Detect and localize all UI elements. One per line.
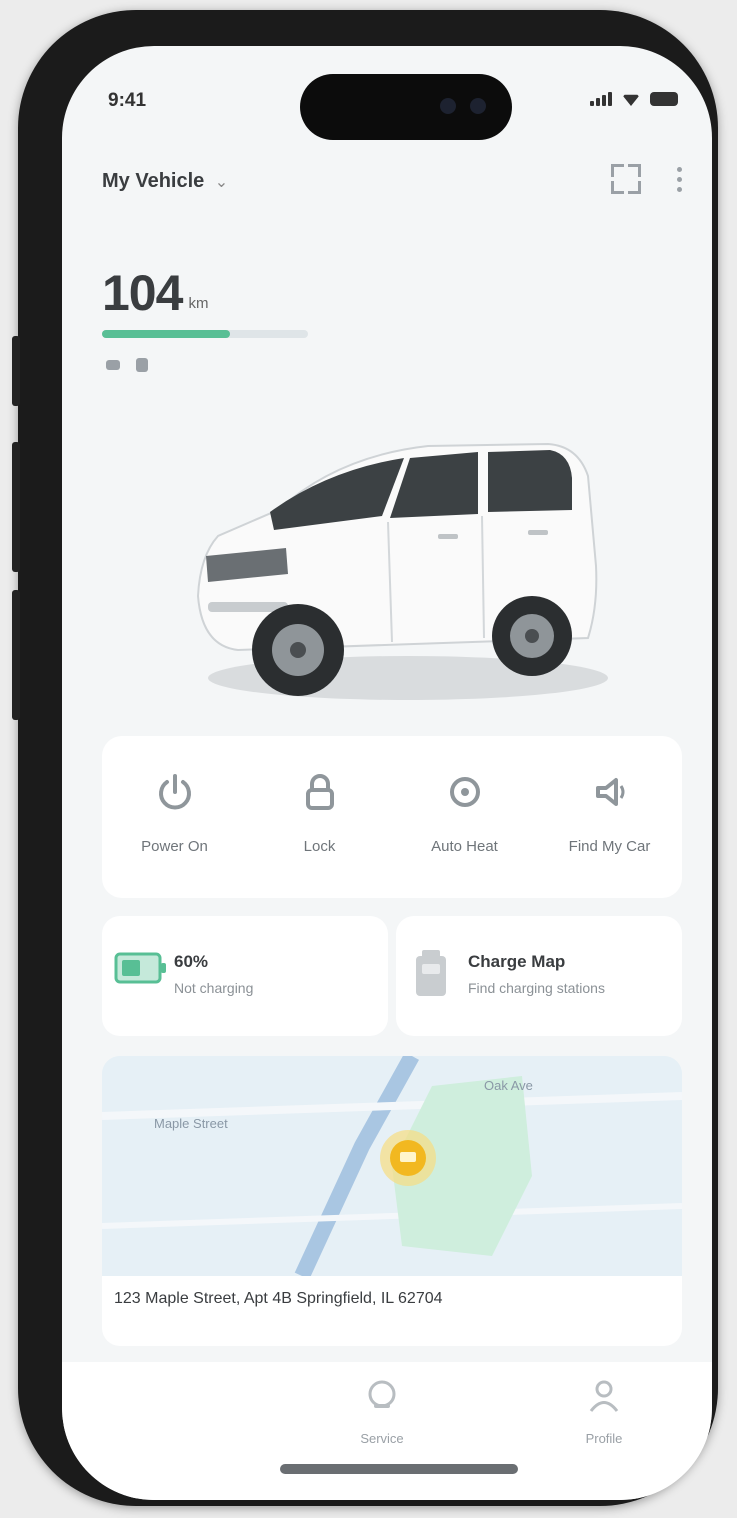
battery-icon: [114, 948, 168, 993]
battery-status-icon: [650, 92, 678, 106]
more-icon[interactable]: [677, 166, 682, 192]
side-button: [12, 336, 20, 406]
charging-status: Not charging: [174, 980, 254, 996]
scan-icon[interactable]: [611, 164, 641, 194]
status-icons: [590, 92, 678, 106]
charge-map-subtitle: Find charging stations: [468, 980, 605, 996]
range-unit: km: [188, 295, 209, 312]
tab-label: Profile: [585, 1431, 623, 1446]
home-indicator[interactable]: [280, 1464, 518, 1474]
camera-icon: [440, 98, 456, 114]
app-header: My Vehicle ⌄: [102, 164, 682, 210]
action-label: Find My Car: [568, 838, 651, 855]
chevron-down-icon[interactable]: ⌄: [215, 174, 228, 191]
tab-service[interactable]: Service: [332, 1378, 432, 1446]
charge-map-title: Charge Map: [468, 952, 566, 971]
dynamic-island: [300, 74, 512, 140]
header-actions: [611, 164, 682, 194]
find-my-car-button[interactable]: Find My Car: [540, 770, 680, 855]
auto-heat-button[interactable]: Auto Heat: [395, 770, 535, 855]
bottom-tab-bar: Service Profile: [62, 1362, 712, 1500]
app-screen: 9:41 My Vehicle ⌄ 104 km Power On Lock A…: [62, 46, 712, 1500]
lock-status-icon: [136, 358, 148, 372]
action-label: Auto Heat: [431, 838, 498, 855]
lock-icon: [298, 770, 342, 814]
signal-icon: [590, 92, 612, 106]
tab-profile[interactable]: Profile: [554, 1378, 654, 1446]
street-label: Maple Street: [154, 1116, 228, 1131]
profile-icon: [586, 1378, 622, 1419]
thermometer-icon: [106, 360, 120, 370]
wifi-icon: [622, 94, 640, 106]
sensor-icon: [470, 98, 486, 114]
vehicle-address: 123 Maple Street, Apt 4B Springfield, IL…: [114, 1290, 443, 1307]
side-button: [12, 442, 20, 572]
status-time: 9:41: [108, 90, 147, 111]
gear-icon: [443, 770, 487, 814]
power-icon: [153, 770, 197, 814]
tab-label: Service: [360, 1431, 404, 1446]
range-display: 104 km: [102, 264, 208, 322]
side-button: [12, 590, 20, 720]
power-on-button[interactable]: Power On: [105, 770, 245, 855]
battery-percent: 60%: [174, 952, 209, 971]
vehicle-image: [196, 442, 608, 700]
charge-map-card[interactable]: Charge Map Find charging stations: [396, 916, 682, 1036]
range-progress-bar: [102, 330, 308, 338]
map-view[interactable]: Maple Street Oak Ave: [102, 1056, 682, 1280]
lock-button[interactable]: Lock: [250, 770, 390, 855]
range-value: 104: [102, 265, 183, 321]
range-progress-fill: [102, 330, 230, 338]
vehicle-selector[interactable]: My Vehicle: [102, 170, 204, 192]
action-label: Power On: [141, 838, 208, 855]
charging-station-icon: [408, 948, 462, 1003]
horn-icon: [588, 770, 632, 814]
status-mini-icons: [106, 358, 148, 372]
quick-actions-card: Power On Lock Auto Heat Find My Car: [102, 736, 682, 898]
service-icon: [364, 1378, 400, 1419]
street-label: Oak Ave: [484, 1078, 533, 1093]
location-card[interactable]: Maple Street Oak Ave 123 Maple Street, A…: [102, 1056, 682, 1346]
battery-card[interactable]: 60% Not charging: [102, 916, 388, 1036]
action-label: Lock: [303, 838, 336, 855]
